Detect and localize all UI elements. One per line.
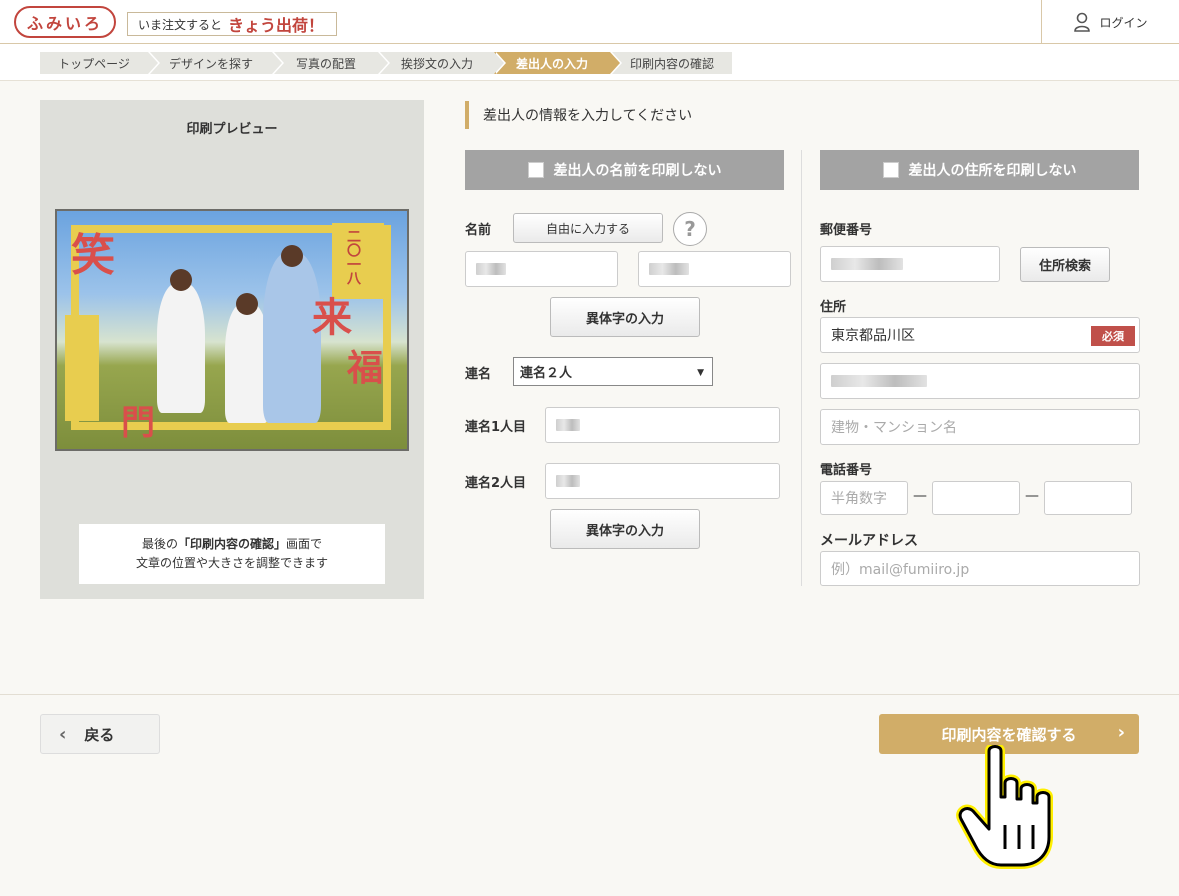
joint-count-select[interactable]: 連名２人 ▼ [513, 357, 713, 386]
building-input[interactable]: 建物・マンション名 [820, 409, 1140, 445]
no-address-print-label: 差出人の住所を印刷しない [908, 163, 1077, 179]
blurred-value [831, 258, 903, 270]
print-preview-panel: 印刷プレビュー 二〇一八 笑 来 福 門 最後の「印刷内容の確認」画面で 文章の… [40, 100, 424, 599]
card-message-strip [65, 315, 99, 421]
joint2-label: 連名2人目 [465, 476, 527, 491]
joint1-input[interactable] [545, 407, 780, 443]
progress-steps: トップページ デザインを探す 写真の配置 挨拶文の入力 差出人の入力 印刷内容の… [0, 44, 1179, 81]
email-label: メールアドレス [820, 533, 918, 549]
user-icon [1074, 12, 1091, 32]
note-bold-text: 「印刷内容の確認」 [177, 537, 286, 551]
phone-input-3[interactable] [1044, 481, 1132, 515]
blurred-value [556, 475, 580, 487]
postal-code-input[interactable] [820, 246, 1000, 282]
blurred-value [831, 375, 927, 387]
site-header: ふみいろ いま注文すると きょう出荷！ ログイン [0, 0, 1179, 44]
preview-note-line2: 文章の位置や大きさを調整できます [135, 556, 328, 570]
joint-count-value: 連名２人 [520, 366, 573, 381]
no-address-print-toggle[interactable]: 差出人の住所を印刷しない [820, 150, 1139, 190]
no-name-print-toggle[interactable]: 差出人の名前を印刷しない [465, 150, 784, 190]
photo-person-head [170, 269, 192, 291]
chevron-left-icon: ‹ [59, 723, 67, 745]
shipping-promo-banner: いま注文すると きょう出荷！ [127, 12, 337, 36]
site-logo[interactable]: ふみいろ [14, 6, 116, 38]
chevron-right-icon: › [1117, 722, 1125, 743]
card-kanji: 門 [121, 403, 155, 443]
blurred-value [649, 263, 689, 275]
first-name-input[interactable] [638, 251, 791, 287]
last-name-input[interactable] [465, 251, 618, 287]
phone-input-2[interactable] [932, 481, 1020, 515]
promo-text: いま注文すると [138, 17, 223, 32]
address-label: 住所 [820, 300, 847, 315]
variant-char-button-joint[interactable]: 異体字の入力 [550, 509, 700, 549]
card-year-text: 二〇一八 [345, 229, 361, 285]
step-greeting-input[interactable]: 挨拶文の入力 [380, 52, 506, 74]
phone-dash: — [913, 488, 927, 504]
back-label: 戻る [84, 725, 115, 744]
card-kanji: 福 [347, 348, 384, 389]
step-top-page[interactable]: トップページ [40, 52, 160, 74]
address-input[interactable]: 東京都品川区 必須 [820, 317, 1140, 353]
checkbox[interactable] [882, 162, 899, 178]
joint2-input[interactable] [545, 463, 780, 499]
preview-title: 印刷プレビュー [186, 122, 278, 137]
note-text: 最後の [141, 537, 178, 551]
no-name-print-label: 差出人の名前を印刷しない [553, 163, 722, 179]
phone-label: 電話番号 [820, 463, 873, 478]
preview-note: 最後の「印刷内容の確認」画面で 文章の位置や大きさを調整できます [79, 524, 385, 584]
email-input[interactable]: 例）mail@fumiiro.jp [820, 551, 1140, 586]
step-find-design[interactable]: デザインを探す [150, 52, 284, 74]
blurred-value [556, 419, 580, 431]
footer-divider [0, 694, 1179, 695]
section-title: 差出人の情報を入力してください [465, 101, 692, 129]
photo-person [157, 283, 205, 413]
postal-code-label: 郵便番号 [820, 223, 873, 238]
free-input-button[interactable]: 自由に入力する [513, 213, 663, 243]
postcard-preview-image: 二〇一八 笑 来 福 門 [55, 209, 409, 451]
joint1-label: 連名1人目 [465, 420, 527, 435]
note-text: 画面で [286, 537, 323, 551]
confirm-label: 印刷内容を確認する [941, 725, 1077, 744]
help-icon[interactable]: ? [673, 212, 707, 246]
address-line2-input[interactable] [820, 363, 1140, 399]
name-label: 名前 [465, 223, 492, 238]
address-search-button[interactable]: 住所検索 [1020, 247, 1110, 282]
step-print-confirm: 印刷内容の確認 [612, 52, 732, 74]
photo-person-head [281, 245, 303, 267]
card-kanji: 来 [312, 295, 352, 341]
promo-highlight: きょう出荷！ [228, 16, 325, 35]
hand-pointer-icon [956, 745, 1053, 869]
login-label: ログイン [1099, 15, 1148, 30]
variant-char-button[interactable]: 異体字の入力 [550, 297, 700, 337]
checkbox[interactable] [527, 162, 544, 178]
select-caret-icon: ▼ [697, 368, 704, 378]
preview-note-line1: 最後の「印刷内容の確認」画面で [79, 535, 385, 554]
card-kanji: 笑 [71, 230, 115, 281]
phone-dash: — [1025, 488, 1039, 504]
blurred-value [476, 263, 506, 275]
phone-input-1[interactable]: 半角数字 [820, 481, 908, 515]
back-button[interactable]: ‹ 戻る [40, 714, 160, 754]
address-value: 東京都品川区 [831, 328, 915, 344]
joint-name-label: 連名 [465, 367, 492, 382]
step-photo-layout[interactable]: 写真の配置 [274, 52, 390, 74]
required-badge: 必須 [1091, 326, 1135, 346]
step-sender-input: 差出人の入力 [494, 52, 622, 74]
login-button[interactable]: ログイン [1041, 0, 1179, 44]
column-divider [801, 150, 802, 586]
photo-person-head [236, 293, 258, 315]
